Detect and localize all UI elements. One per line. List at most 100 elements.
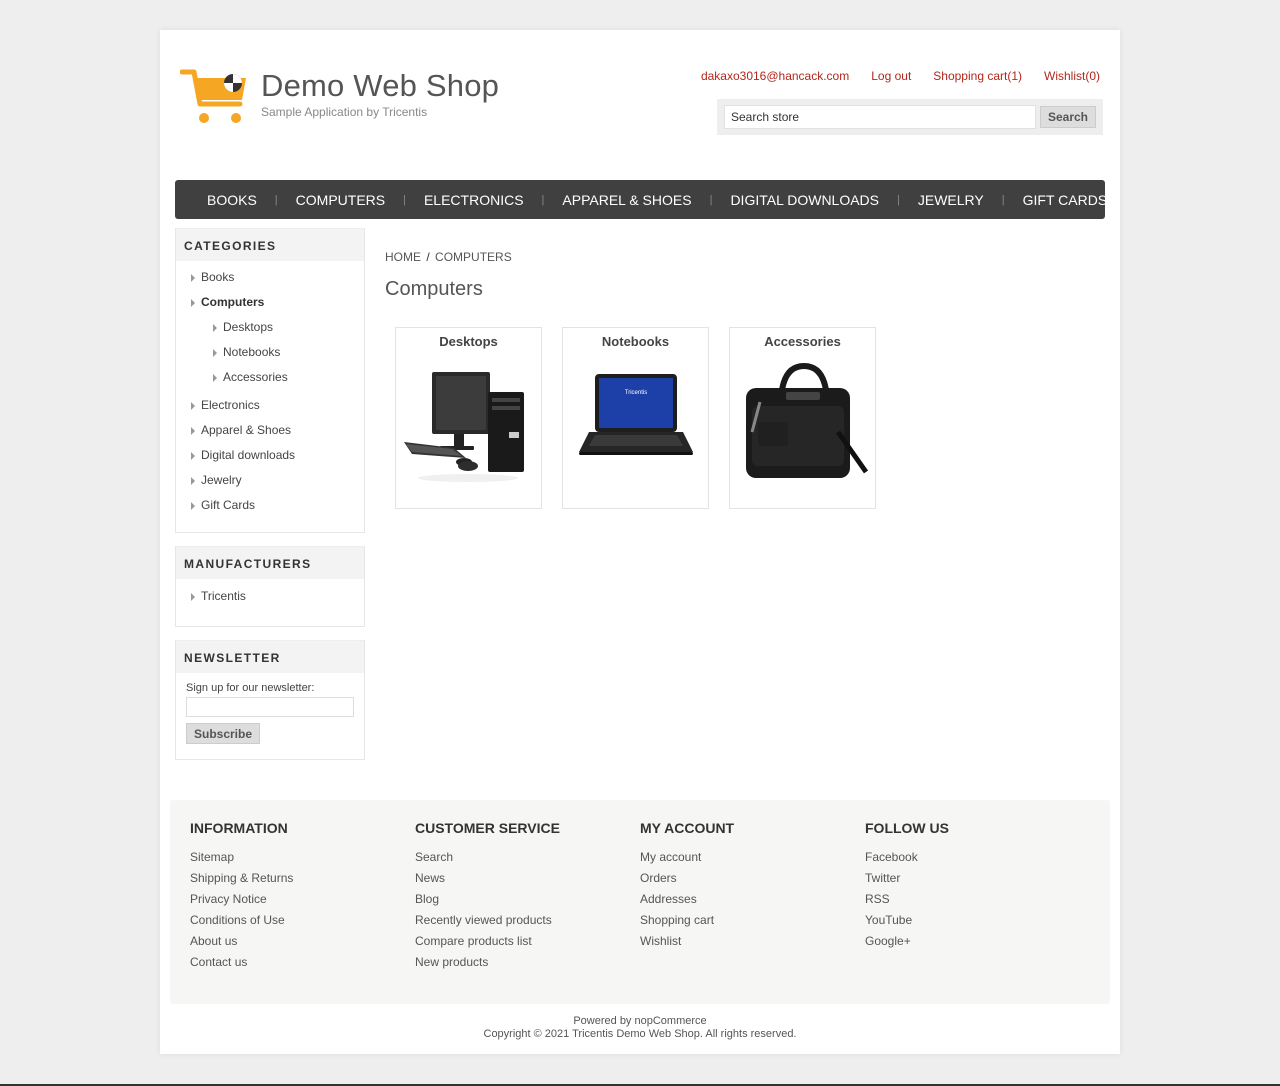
- chevron-right-icon: [191, 402, 195, 410]
- newsletter-label: Sign up for our newsletter:: [186, 682, 315, 694]
- category-books[interactable]: Books: [176, 265, 364, 290]
- category-accessories[interactable]: Accessories: [176, 365, 364, 390]
- category-apparel-shoes[interactable]: Apparel & Shoes: [176, 418, 364, 443]
- category-label: Gift Cards: [201, 498, 256, 512]
- subcategory-card-desktops[interactable]: Desktops: [395, 327, 542, 509]
- category-label: Desktops: [223, 320, 274, 334]
- category-label: Computers: [201, 295, 265, 309]
- footer-information: INFORMATION Sitemap Shipping & Returns P…: [190, 820, 293, 976]
- footer-link-news[interactable]: News: [415, 871, 560, 892]
- subcategory-card-accessories[interactable]: Accessories: [729, 327, 876, 509]
- chevron-right-icon: [191, 477, 195, 485]
- footer-heading: MY ACCOUNT: [640, 820, 735, 836]
- footer-link-addresses[interactable]: Addresses: [640, 892, 734, 913]
- top-menu: BOOKS | COMPUTERS | ELECTRONICS | APPARE…: [175, 180, 1107, 219]
- notebook-image[interactable]: Tricentis: [571, 362, 701, 492]
- svg-text:Tricentis: Tricentis: [625, 390, 647, 396]
- category-computers[interactable]: Computers: [176, 290, 364, 315]
- category-label: Books: [201, 270, 235, 284]
- category-label: Jewelry: [201, 473, 242, 487]
- category-jewelry[interactable]: Jewelry: [176, 468, 364, 493]
- logout-link[interactable]: Log out: [871, 69, 911, 83]
- footer-link-twitter[interactable]: Twitter: [865, 871, 949, 892]
- menu-jewelry[interactable]: JEWELRY: [900, 192, 1002, 208]
- footer-heading: FOLLOW US: [865, 820, 949, 836]
- category-electronics[interactable]: Electronics: [176, 393, 364, 418]
- subcategory-title[interactable]: Accessories: [730, 334, 875, 349]
- footer-heading: CUSTOMER SERVICE: [415, 820, 560, 836]
- menu-computers[interactable]: COMPUTERS: [278, 192, 403, 208]
- footer-link-youtube[interactable]: YouTube: [865, 913, 949, 934]
- subcategory-card-notebooks[interactable]: Notebooks Tricentis: [562, 327, 709, 509]
- copyright: Copyright © 2021 Tricentis Demo Web Shop…: [483, 1028, 797, 1040]
- footer-link-shopping-cart[interactable]: Shopping cart: [640, 913, 734, 934]
- footer-link-about-us[interactable]: About us: [190, 934, 293, 955]
- search-input[interactable]: [724, 105, 1036, 129]
- footer-link-my-account[interactable]: My account: [640, 850, 734, 871]
- powered-by[interactable]: Powered by nopCommerce: [160, 1015, 1120, 1027]
- chevron-right-icon: [191, 299, 195, 307]
- menu-books[interactable]: BOOKS: [189, 192, 275, 208]
- category-label: Notebooks: [223, 345, 281, 359]
- footer-follow-us: FOLLOW US Facebook Twitter RSS YouTube G…: [865, 820, 949, 955]
- subcategory-title[interactable]: Desktops: [396, 334, 541, 349]
- account-link[interactable]: dakaxo3016@hancack.com: [701, 69, 849, 83]
- category-desktops[interactable]: Desktops: [176, 315, 364, 340]
- newsletter-email-field[interactable]: [186, 697, 354, 717]
- footer-link-google-plus[interactable]: Google+: [865, 934, 949, 955]
- logo-title: Demo Web Shop: [261, 68, 500, 103]
- footer-link-privacy-notice[interactable]: Privacy Notice: [190, 892, 293, 913]
- footer-link-compare-products[interactable]: Compare products list: [415, 934, 560, 955]
- wishlist-link[interactable]: Wishlist(0): [1044, 69, 1100, 83]
- breadcrumb: HOME / COMPUTERS: [385, 250, 512, 264]
- footer-link-sitemap[interactable]: Sitemap: [190, 850, 293, 871]
- footer-heading: INFORMATION: [190, 820, 288, 836]
- categories-block: CATEGORIES Books Computers Desktops Note…: [175, 228, 365, 533]
- newsletter-title: NEWSLETTER: [176, 640, 364, 673]
- breadcrumb-separator: /: [426, 250, 430, 264]
- category-label: Apparel & Shoes: [201, 423, 292, 437]
- manufacturer-tricentis[interactable]: Tricentis: [176, 584, 364, 609]
- search-box: Search: [717, 99, 1103, 135]
- chevron-right-icon: [213, 324, 217, 332]
- chevron-right-icon: [191, 452, 195, 460]
- chevron-right-icon: [213, 349, 217, 357]
- category-notebooks[interactable]: Notebooks: [176, 340, 364, 365]
- menu-digital-downloads[interactable]: DIGITAL DOWNLOADS: [712, 192, 897, 208]
- category-gift-cards[interactable]: Gift Cards: [176, 493, 364, 518]
- category-label: Digital downloads: [201, 448, 296, 462]
- footer-link-search[interactable]: Search: [415, 850, 560, 871]
- desktop-computer-image[interactable]: [404, 362, 534, 492]
- shopping-cart-logo-icon: [180, 69, 246, 123]
- subscribe-button[interactable]: Subscribe: [186, 723, 260, 744]
- chevron-right-icon: [191, 593, 195, 601]
- footer-link-rss[interactable]: RSS: [865, 892, 949, 913]
- footer-link-contact-us[interactable]: Contact us: [190, 955, 293, 976]
- laptop-bag-image[interactable]: [738, 362, 868, 492]
- subcategory-grid: Desktops Notebooks Tricentis Accessories: [395, 327, 876, 509]
- site-logo[interactable]: Demo Web Shop Sample Application by Tric…: [180, 68, 499, 128]
- footer: INFORMATION Sitemap Shipping & Returns P…: [170, 800, 1110, 1004]
- chevron-right-icon: [191, 502, 195, 510]
- manufacturers-block: MANUFACTURERS Tricentis: [175, 546, 365, 627]
- footer-link-conditions-of-use[interactable]: Conditions of Use: [190, 913, 293, 934]
- categories-title: CATEGORIES: [176, 228, 364, 261]
- footer-link-wishlist[interactable]: Wishlist: [640, 934, 734, 955]
- footer-link-shipping-returns[interactable]: Shipping & Returns: [190, 871, 293, 892]
- logo-subtitle: Sample Application by Tricentis: [261, 105, 428, 119]
- category-label: Electronics: [201, 398, 260, 412]
- menu-gift-cards[interactable]: GIFT CARDS: [1005, 192, 1126, 208]
- footer-link-orders[interactable]: Orders: [640, 871, 734, 892]
- header-links: dakaxo3016@hancack.com Log out Shopping …: [679, 69, 1100, 83]
- search-button[interactable]: Search: [1040, 106, 1096, 128]
- breadcrumb-home[interactable]: HOME: [385, 250, 421, 264]
- subcategory-title[interactable]: Notebooks: [563, 334, 708, 349]
- footer-link-facebook[interactable]: Facebook: [865, 850, 949, 871]
- menu-electronics[interactable]: ELECTRONICS: [406, 192, 542, 208]
- footer-link-recently-viewed[interactable]: Recently viewed products: [415, 913, 560, 934]
- footer-link-new-products[interactable]: New products: [415, 955, 560, 976]
- menu-apparel-shoes[interactable]: APPAREL & SHOES: [544, 192, 709, 208]
- footer-link-blog[interactable]: Blog: [415, 892, 560, 913]
- category-digital-downloads[interactable]: Digital downloads: [176, 443, 364, 468]
- shopping-cart-link[interactable]: Shopping cart(1): [933, 69, 1022, 83]
